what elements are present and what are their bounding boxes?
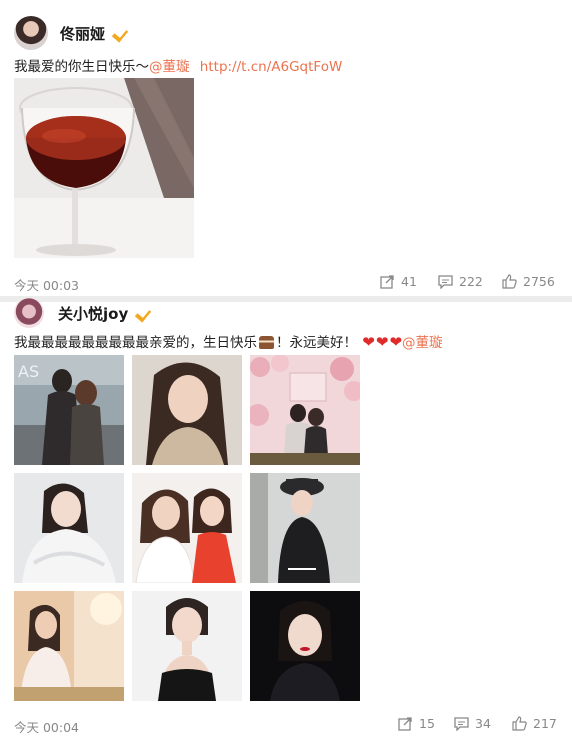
- grid-photo-5[interactable]: [132, 473, 242, 583]
- post-text: 我最爱的你生日快乐～@董璇 http://t.cn/A6GqtFoW: [14, 55, 342, 75]
- mention-link[interactable]: @董璇: [149, 59, 190, 75]
- comment-icon: [438, 275, 453, 289]
- photo-woman-black-hat: [250, 473, 360, 583]
- grid-photo-6[interactable]: [250, 473, 360, 583]
- grid-photo-7[interactable]: [14, 591, 124, 701]
- repost-button[interactable]: 15: [398, 716, 435, 731]
- post-footer: 今天 00:03 41 222 2756: [0, 270, 572, 296]
- svg-text:AS: AS: [18, 362, 39, 381]
- post-time: 今天 00:03: [14, 278, 79, 293]
- wine-glass-photo: [14, 78, 194, 258]
- weibo-post: 佟丽娅 我最爱的你生日快乐～@董璇 http://t.cn/A6GqtFoW 今…: [0, 0, 572, 300]
- mention-link[interactable]: @董璇: [402, 335, 443, 351]
- repost-icon: [380, 275, 394, 289]
- verified-badge-icon: [134, 307, 148, 319]
- post-text-main: 我最最最最最最最最最亲爱的，生日快乐: [14, 335, 257, 351]
- avatar[interactable]: [14, 16, 48, 50]
- grid-photo-2[interactable]: [132, 355, 242, 465]
- photo-woman-and-girl-red-dress: [132, 473, 242, 583]
- comment-button[interactable]: 34: [454, 716, 491, 731]
- heart-emoji-icon: ❤: [362, 333, 375, 351]
- photo-woman-portrait: [132, 355, 242, 465]
- repost-count: 41: [401, 274, 417, 289]
- cake-emoji-icon: [259, 336, 274, 349]
- url-link[interactable]: http://t.cn/A6GqtFoW: [200, 59, 343, 75]
- post-footer: 今天 00:04 15 34 217: [0, 712, 572, 738]
- like-count: 2756: [523, 274, 555, 289]
- username[interactable]: 关小悦joy: [58, 303, 128, 324]
- grid-photo-9[interactable]: [250, 591, 360, 701]
- post-image-wine-glass[interactable]: [14, 78, 194, 258]
- comment-icon: [454, 717, 469, 731]
- photo-woman-dark-background: [250, 591, 360, 701]
- grid-photo-1[interactable]: AS: [14, 355, 124, 465]
- repost-count: 15: [419, 716, 435, 731]
- post-time: 今天 00:04: [14, 720, 79, 735]
- grid-photo-4[interactable]: [14, 473, 124, 583]
- comment-count: 34: [475, 716, 491, 731]
- photo-pink-balloons-party: [250, 355, 360, 465]
- post-header: 关小悦joy: [14, 298, 148, 328]
- post-header: 佟丽娅: [14, 16, 125, 50]
- like-count: 217: [533, 716, 557, 731]
- avatar[interactable]: [14, 298, 44, 328]
- grid-photo-3[interactable]: [250, 355, 360, 465]
- like-button[interactable]: 2756: [502, 274, 555, 289]
- heart-emoji-icon: ❤: [389, 333, 403, 351]
- post-text-after-cake: ！永远美好！: [276, 335, 357, 351]
- repost-button[interactable]: 41: [380, 274, 417, 289]
- post-text: 我最最最最最最最最最亲爱的，生日快乐 ！永远美好！ ❤❤❤@董璇: [14, 331, 443, 351]
- photo-two-women-street: AS: [14, 355, 124, 465]
- like-button[interactable]: 217: [512, 716, 557, 731]
- photo-woman-white-dress: [14, 473, 124, 583]
- photo-woman-sunlight: [14, 591, 124, 701]
- like-icon: [512, 716, 527, 731]
- weibo-post: 关小悦joy 我最最最最最最最最最亲爱的，生日快乐 ！永远美好！ ❤❤❤@董璇 A…: [0, 298, 572, 739]
- comment-button[interactable]: 222: [438, 274, 483, 289]
- repost-icon: [398, 717, 412, 731]
- grid-photo-8[interactable]: [132, 591, 242, 701]
- comment-count: 222: [459, 274, 483, 289]
- post-text-main: 我最爱的你生日快乐～: [14, 59, 149, 75]
- heart-emoji-icon: ❤: [375, 333, 389, 351]
- verified-badge-icon: [111, 27, 125, 39]
- like-icon: [502, 274, 517, 289]
- username[interactable]: 佟丽娅: [60, 23, 105, 44]
- photo-woman-black-dress: [132, 591, 242, 701]
